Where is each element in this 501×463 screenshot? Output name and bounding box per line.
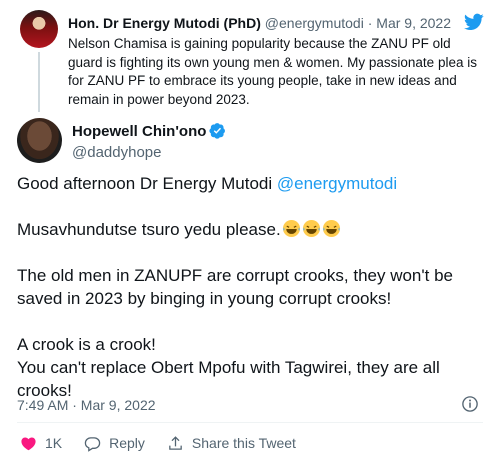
reply-icon	[84, 436, 101, 452]
laughing-emoji-icon	[322, 219, 340, 238]
divider	[17, 422, 483, 423]
tweet-line-crook: A crook is a crook!	[17, 335, 156, 354]
heart-icon	[21, 436, 36, 450]
tweet-line-greeting: Good afternoon Dr Energy Mutodi @energym…	[17, 172, 483, 195]
laughing-emoji-icon	[302, 219, 320, 238]
laughing-emoji-icon	[282, 219, 300, 238]
share-icon	[169, 435, 182, 450]
tweet-timestamp[interactable]: 7:49 AM · Mar 9, 2022	[17, 396, 156, 414]
plea-text: Musavhundutse tsuro yedu please.	[17, 220, 281, 239]
tweet-body: Good afternoon Dr Energy Mutodi @energym…	[17, 172, 483, 402]
twitter-bird-icon[interactable]	[463, 12, 485, 32]
share-label: Share this Tweet	[191, 435, 296, 451]
tweet-actions: 1K Reply Share this Tweet	[20, 433, 318, 453]
parent-meta-separator: ·	[363, 15, 377, 31]
parent-tweet-header: Hon. Dr Energy Mutodi (PhD) @energymutod…	[68, 14, 451, 32]
verified-badge-icon	[209, 123, 226, 139]
parent-author-avatar[interactable]	[20, 10, 58, 48]
author-name-row[interactable]: Hopewell Chin'ono	[72, 122, 226, 142]
like-button[interactable]: 1K	[20, 435, 62, 452]
parent-tweet[interactable]: Hon. Dr Energy Mutodi (PhD) @energymutod…	[0, 0, 501, 118]
tweet-line-crooks: The old men in ZANUPF are corrupt crooks…	[17, 266, 453, 308]
parent-tweet-text: Nelson Chamisa is gaining popularity bec…	[68, 36, 477, 107]
parent-tweet-date[interactable]: Mar 9, 2022	[376, 15, 451, 31]
reply-button[interactable]: Reply	[84, 435, 145, 452]
author-avatar[interactable]	[17, 118, 62, 163]
reply-label: Reply	[109, 435, 145, 451]
author-handle[interactable]: @daddyhope	[72, 143, 161, 163]
greeting-text: Good afternoon Dr Energy Mutodi	[17, 174, 277, 193]
info-icon[interactable]	[461, 395, 479, 413]
like-count: 1K	[45, 435, 63, 451]
mention-link[interactable]: @energymutodi	[277, 174, 397, 193]
share-button[interactable]: Share this Tweet	[167, 435, 296, 452]
thread-connector-line	[38, 52, 40, 112]
tweet-line-plea: Musavhundutse tsuro yedu please.	[17, 218, 483, 241]
parent-author-handle[interactable]: @energymutodi	[265, 15, 364, 31]
parent-author-name[interactable]: Hon. Dr Energy Mutodi (PhD)	[68, 15, 261, 31]
author-name[interactable]: Hopewell Chin'ono	[72, 123, 206, 140]
